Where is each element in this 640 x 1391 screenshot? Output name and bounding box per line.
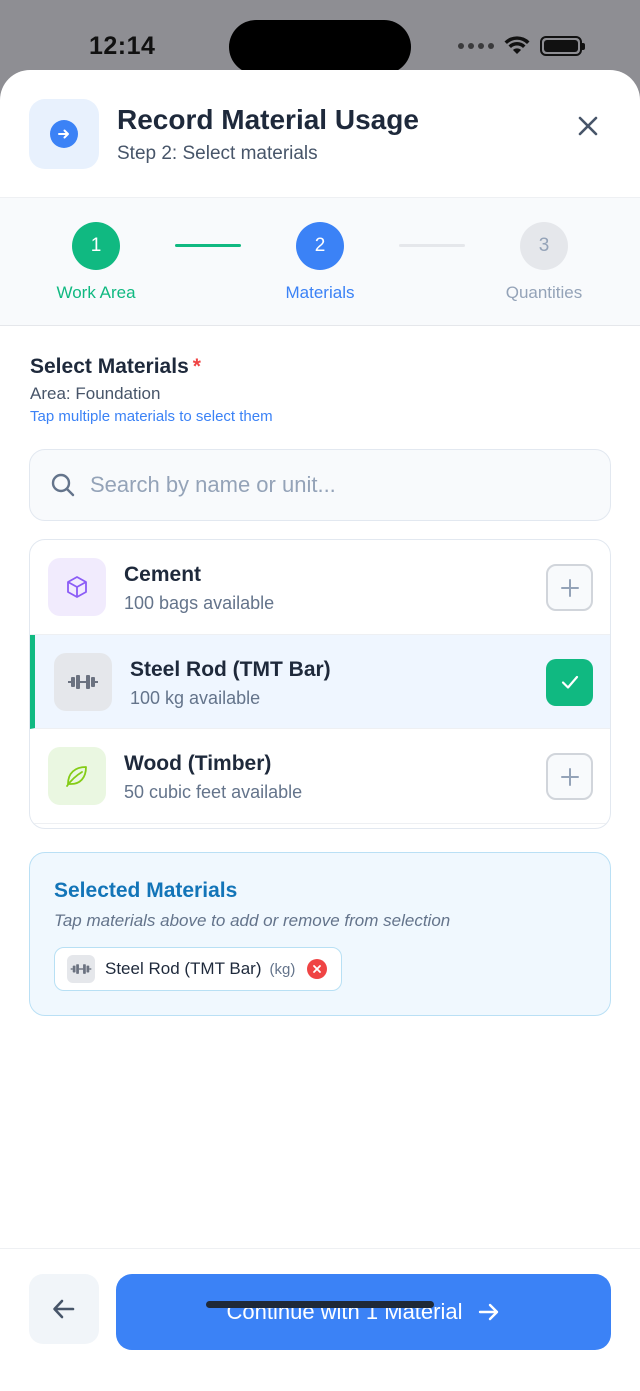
step-connector-pending xyxy=(399,244,465,247)
status-bar: 12:14 xyxy=(0,0,640,74)
required-mark: * xyxy=(192,355,201,378)
selected-panel-title: Selected Materials xyxy=(54,879,238,902)
search-input[interactable] xyxy=(90,472,560,498)
area-label: Area: Foundation xyxy=(30,384,161,403)
dumbbell-icon xyxy=(67,955,95,983)
dumbbell-icon xyxy=(54,652,112,711)
section-title: Select Materials * xyxy=(30,355,201,379)
material-availability: 50 cubic feet available xyxy=(124,782,303,802)
wifi-icon xyxy=(504,36,530,54)
check-icon xyxy=(561,675,578,689)
continue-button[interactable]: Continue with 1 Material xyxy=(116,1274,611,1350)
chip-unit: (kg) xyxy=(269,960,296,978)
page-title: Record Material Usage xyxy=(117,104,419,135)
material-item-cement[interactable]: Cement 100 bags available xyxy=(30,540,610,635)
step-work-area: 1 Work Area xyxy=(16,222,176,303)
add-material-button[interactable] xyxy=(546,753,593,800)
arrow-right-icon xyxy=(478,1303,498,1321)
selected-checkbox-button[interactable] xyxy=(546,658,593,706)
home-indicator xyxy=(206,1301,434,1308)
material-item-steel-rod[interactable]: Steel Rod (TMT Bar) 100 kg available xyxy=(30,634,610,729)
selected-material-chip: Steel Rod (TMT Bar) (kg) xyxy=(54,947,343,991)
step-number: 2 xyxy=(296,222,344,270)
cube-icon xyxy=(48,558,106,616)
step-materials: 2 Materials xyxy=(240,222,400,303)
arrow-right-circle-icon xyxy=(50,120,78,148)
material-name: Steel Rod (TMT Bar) xyxy=(130,657,331,681)
status-icons xyxy=(458,36,585,56)
add-material-button[interactable] xyxy=(546,564,593,611)
plus-icon xyxy=(560,578,579,597)
material-item-wood[interactable]: Wood (Timber) 50 cubic feet available xyxy=(30,729,610,824)
material-name: Cement xyxy=(124,563,202,586)
selected-materials-panel: Selected Materials Tap materials above t… xyxy=(29,852,611,1016)
progress-stepper: 1 Work Area 2 Materials 3 Quantities xyxy=(0,198,640,326)
selected-panel-hint: Tap materials above to add or remove fro… xyxy=(54,911,451,930)
remove-chip-button[interactable] xyxy=(307,959,328,979)
close-icon xyxy=(578,116,598,136)
close-icon xyxy=(313,965,322,973)
step-label: Quantities xyxy=(505,283,583,302)
material-name: Wood (Timber) xyxy=(124,752,272,775)
record-material-sheet: Record Material Usage Step 2: Select mat… xyxy=(0,70,640,1391)
battery-icon xyxy=(540,36,585,56)
status-time: 12:14 xyxy=(89,32,156,60)
page-subtitle: Step 2: Select materials xyxy=(117,143,318,164)
leaf-icon xyxy=(48,747,106,805)
material-availability: 100 bags available xyxy=(124,593,275,613)
header-icon-container xyxy=(29,99,99,169)
material-availability: 100 kg available xyxy=(130,687,261,708)
materials-list: Cement 100 bags available Steel Rod (TMT… xyxy=(29,539,611,829)
signal-icon xyxy=(458,43,494,49)
arrow-left-icon xyxy=(53,1299,75,1319)
step-connector-complete xyxy=(175,244,241,247)
section-title-text: Select Materials xyxy=(30,355,189,378)
selection-hint: Tap multiple materials to select them xyxy=(30,408,273,425)
search-icon xyxy=(51,473,75,497)
sheet-header: Record Material Usage Step 2: Select mat… xyxy=(0,70,640,198)
close-button[interactable] xyxy=(570,108,606,144)
back-button[interactable] xyxy=(29,1274,99,1344)
step-label: Work Area xyxy=(56,283,136,302)
plus-icon xyxy=(560,767,579,786)
step-label: Materials xyxy=(285,283,355,302)
step-number: 1 xyxy=(72,222,120,270)
sheet-footer: Continue with 1 Material xyxy=(0,1248,640,1391)
dynamic-island xyxy=(229,20,411,74)
step-quantities: 3 Quantities xyxy=(464,222,624,303)
step-number: 3 xyxy=(520,222,568,270)
chip-name: Steel Rod (TMT Bar) xyxy=(105,959,262,978)
search-box xyxy=(29,449,611,521)
